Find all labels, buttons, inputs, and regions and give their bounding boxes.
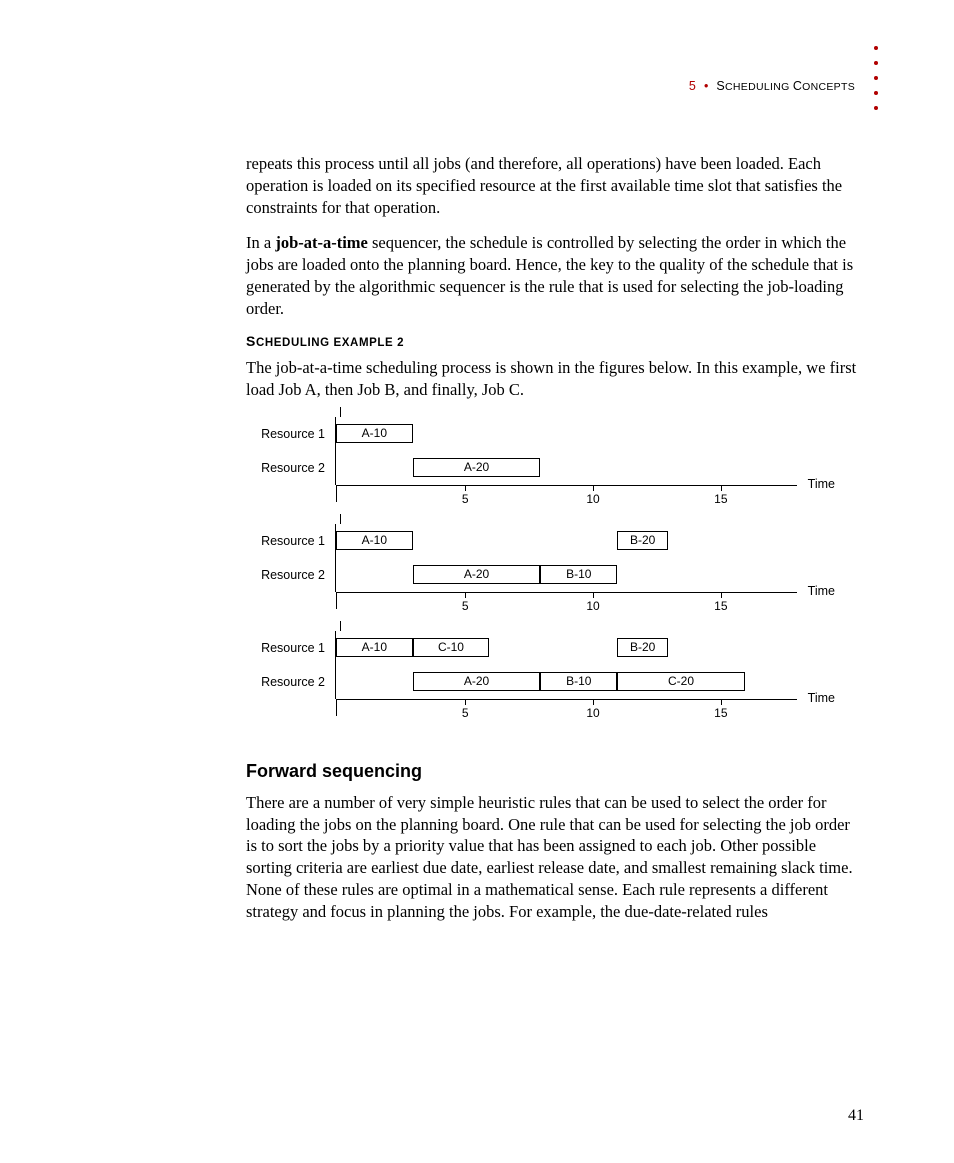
gantt-bar: B-20 [617,531,668,550]
paragraph: In a job-at-a-time sequencer, the schedu… [246,232,864,319]
gantt-bar: A-20 [413,565,541,584]
gantt-bar: A-20 [413,672,541,691]
gantt-bar: A-10 [336,424,413,443]
axis-label: Time [808,477,835,491]
axis-tick: 10 [581,593,606,607]
resource-label: Resource 2 [246,461,335,475]
chapter-title: SCHEDULING CONCEPTS [716,79,855,93]
gantt-chart: Resource 1A-10C-10B-20Resource 2A-20B-10… [246,631,796,716]
gantt-lane: A-10 B-20 [335,524,796,558]
axis-tick: 5 [453,700,478,714]
gantt-bar: C-10 [413,638,490,657]
page-number: 41 [848,1107,864,1125]
resource-label: Resource 1 [246,641,335,655]
gantt-bar: B-10 [540,672,617,691]
gantt-row: Resource 2A-20B-10C-20 [246,665,796,699]
axis-label: Time [808,584,835,598]
axis-tick: 15 [708,593,733,607]
gantt-row: Resource 2 A-20 [246,451,796,485]
gantt-lane: A-20 [335,451,796,485]
gantt-lane: A-20B-10 [335,558,796,592]
axis-tick: 15 [708,486,733,500]
axis-label: Time [808,691,835,705]
axis-tick: 15 [708,700,733,714]
gantt-axis: 51015Time [246,485,796,502]
decorative-dots [874,46,878,110]
resource-label: Resource 1 [246,534,335,548]
paragraph: There are a number of very simple heuris… [246,792,864,923]
gantt-chart: Resource 1A-10Resource 2A-2051015Time [246,417,796,502]
gantt-row: Resource 2A-20B-10 [246,558,796,592]
axis-tick: 10 [581,486,606,500]
gantt-bar: B-10 [540,565,617,584]
resource-label: Resource 2 [246,675,335,689]
page: 5 • SCHEDULING CONCEPTS repeats this pro… [0,0,954,1163]
axis-tick: 5 [453,486,478,500]
gantt-axis: 51015Time [246,592,796,609]
gantt-row: Resource 1A-10 B-20 [246,524,796,558]
bold-term: job-at-a-time [275,233,368,252]
gantt-bar: A-10 [336,638,413,657]
axis-tick: 10 [581,700,606,714]
sub-heading: SCHEDULING EXAMPLE 2 [246,333,864,349]
resource-label: Resource 1 [246,427,335,441]
axis-tick: 5 [453,593,478,607]
gantt-bar: B-20 [617,638,668,657]
paragraph: The job-at-a-time scheduling process is … [246,357,864,401]
content-area: repeats this process until all jobs (and… [246,153,864,922]
gantt-lane: A-10 [335,417,796,451]
gantt-row: Resource 1A-10 [246,417,796,451]
resource-label: Resource 2 [246,568,335,582]
gantt-figure-block: Resource 1A-10Resource 2A-2051015TimeRes… [246,417,864,716]
section-heading: Forward sequencing [246,761,864,782]
chapter-number: 5 [689,79,696,93]
separator-dot: • [700,79,713,93]
gantt-bar: C-20 [617,672,745,691]
gantt-lane: A-20B-10C-20 [335,665,796,699]
running-head: 5 • SCHEDULING CONCEPTS [689,79,855,93]
gantt-lane: A-10C-10 B-20 [335,631,796,665]
gantt-bar: A-20 [413,458,541,477]
gantt-row: Resource 1A-10C-10 B-20 [246,631,796,665]
paragraph: repeats this process until all jobs (and… [246,153,864,218]
gantt-chart: Resource 1A-10B-20Resource 2A-20B-105101… [246,524,796,609]
gantt-axis: 51015Time [246,699,796,716]
gantt-bar: A-10 [336,531,413,550]
